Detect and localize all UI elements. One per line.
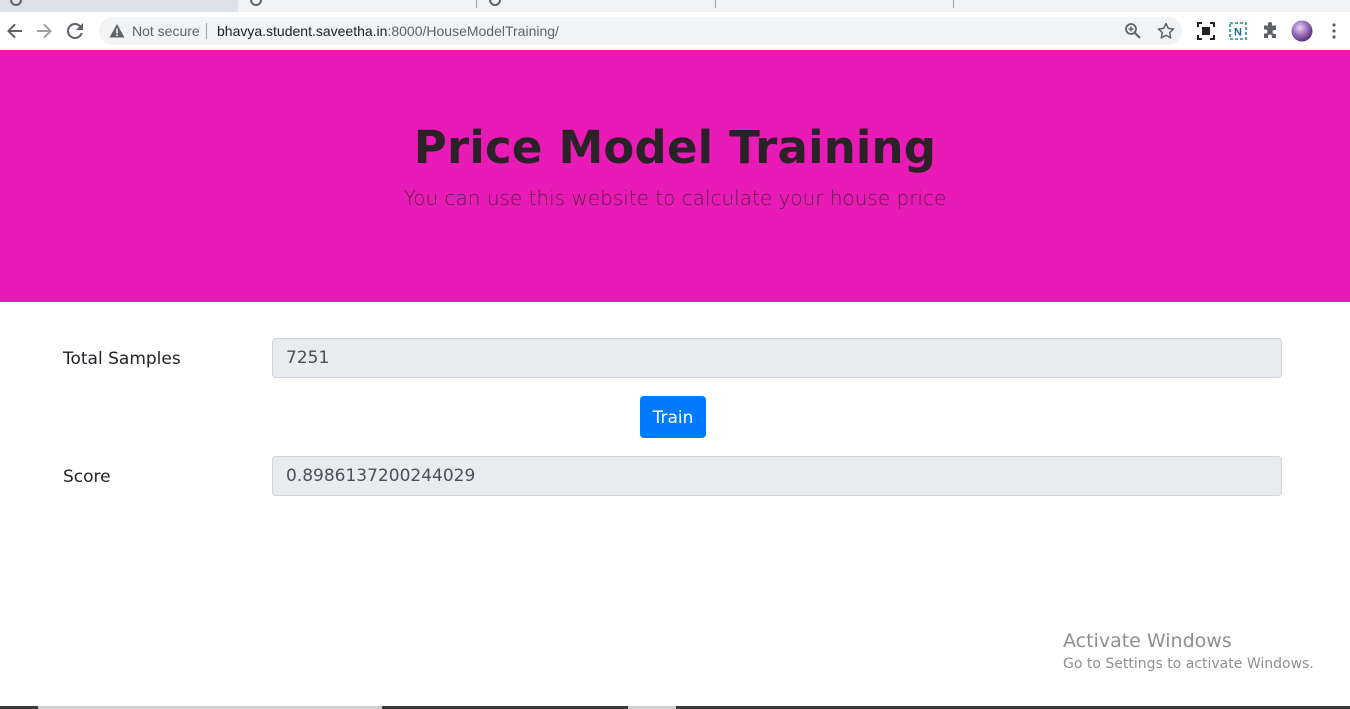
warning-triangle-icon[interactable] [109, 23, 125, 39]
page-subtitle: You can use this website to calculate yo… [403, 186, 947, 210]
star-icon[interactable] [1157, 22, 1175, 40]
url-host: bhavya.student.saveetha.in [217, 23, 388, 39]
kebab-menu-icon [1332, 23, 1336, 39]
hero-banner: Price Model Training You can use this we… [0, 50, 1350, 302]
avatar-icon [1291, 20, 1313, 42]
reload-icon [67, 23, 83, 39]
train-button[interactable]: Train [640, 396, 706, 438]
extensions-button[interactable] [1257, 18, 1283, 44]
browser-menu-button[interactable] [1321, 18, 1347, 44]
zoom-icon[interactable] [1124, 22, 1142, 40]
score-label: Score [63, 467, 111, 487]
url-path: :8000/HouseModelTraining/ [387, 23, 559, 39]
tab-separator [715, 0, 716, 8]
screen-capture-icon [1197, 22, 1215, 40]
security-label[interactable]: Not secure [132, 23, 200, 39]
tab-strip-background [238, 0, 1350, 12]
tab-separator [953, 0, 954, 8]
back-arrow-icon [7, 23, 22, 39]
url-text[interactable]: bhavya.student.saveetha.in:8000/HouseMod… [217, 23, 559, 39]
tab-favicon-icon[interactable] [10, 0, 22, 6]
tab-separator [476, 0, 477, 8]
back-button[interactable] [0, 12, 30, 50]
page-title: Price Model Training [413, 121, 937, 174]
browser-toolbar: Not secure bhavya.student.saveetha.in:80… [0, 12, 1350, 51]
score-field[interactable]: 0.8986137200244029 [272, 456, 1282, 496]
total-samples-label: Total Samples [63, 349, 181, 369]
profile-avatar[interactable] [1289, 18, 1315, 44]
omnibox-divider [206, 23, 207, 39]
forward-button[interactable] [29, 12, 59, 50]
reload-button[interactable] [60, 12, 90, 50]
forward-arrow-icon [37, 23, 52, 39]
activate-windows-title: Activate Windows [1063, 630, 1232, 652]
tab-strip [0, 0, 1350, 12]
n-extension-icon: N [1229, 22, 1247, 40]
extension-screenshot-icon[interactable] [1193, 18, 1219, 44]
svg-text:N: N [1234, 27, 1242, 39]
total-samples-field[interactable]: 7251 [272, 338, 1282, 378]
address-bar[interactable]: Not secure bhavya.student.saveetha.in:80… [99, 17, 1182, 45]
extension-n-icon[interactable]: N [1225, 18, 1251, 44]
puzzle-icon [1264, 22, 1276, 38]
activate-windows-subtitle: Go to Settings to activate Windows. [1063, 656, 1314, 672]
